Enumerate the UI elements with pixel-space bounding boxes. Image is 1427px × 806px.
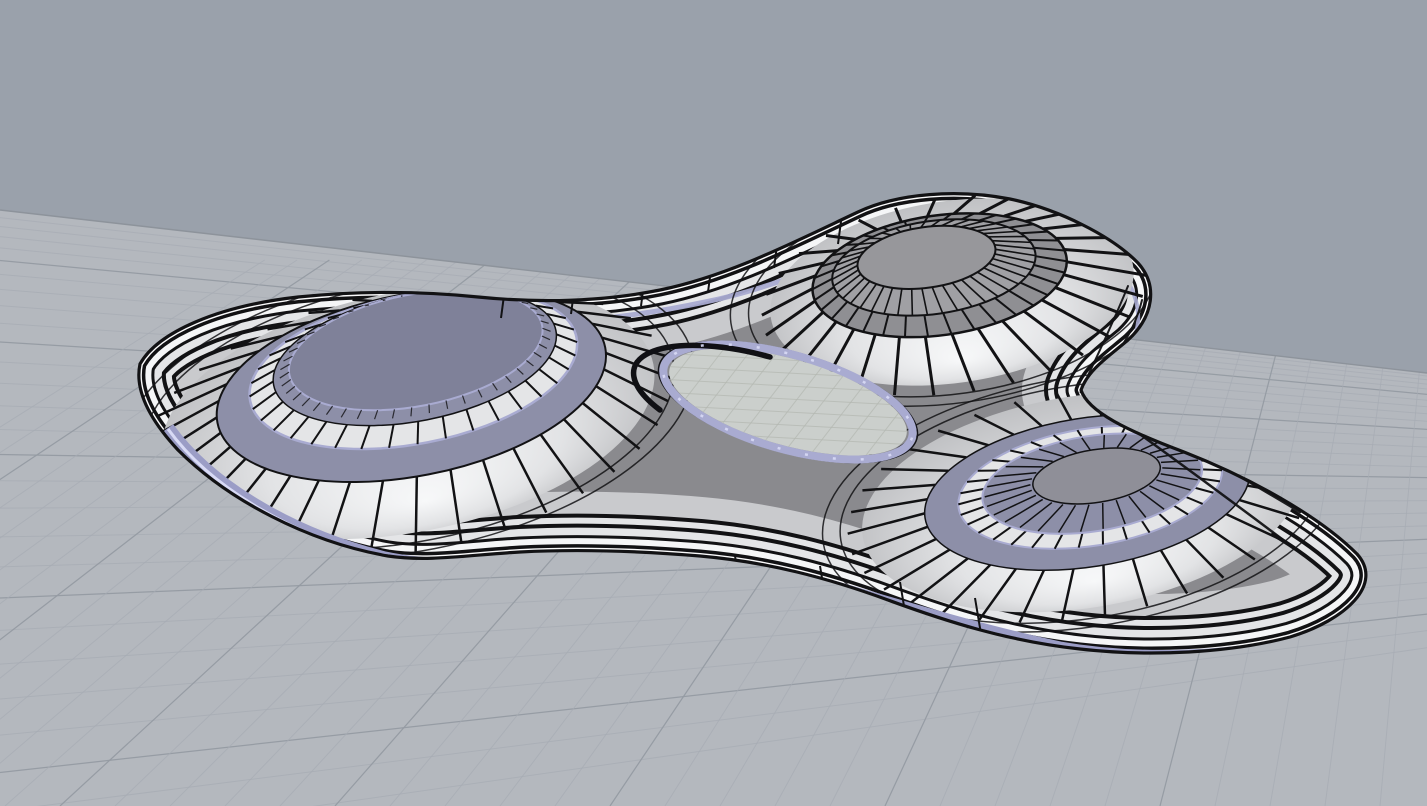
viewport-canvas[interactable] [0, 0, 1427, 806]
scene-svg[interactable] [0, 0, 1427, 806]
